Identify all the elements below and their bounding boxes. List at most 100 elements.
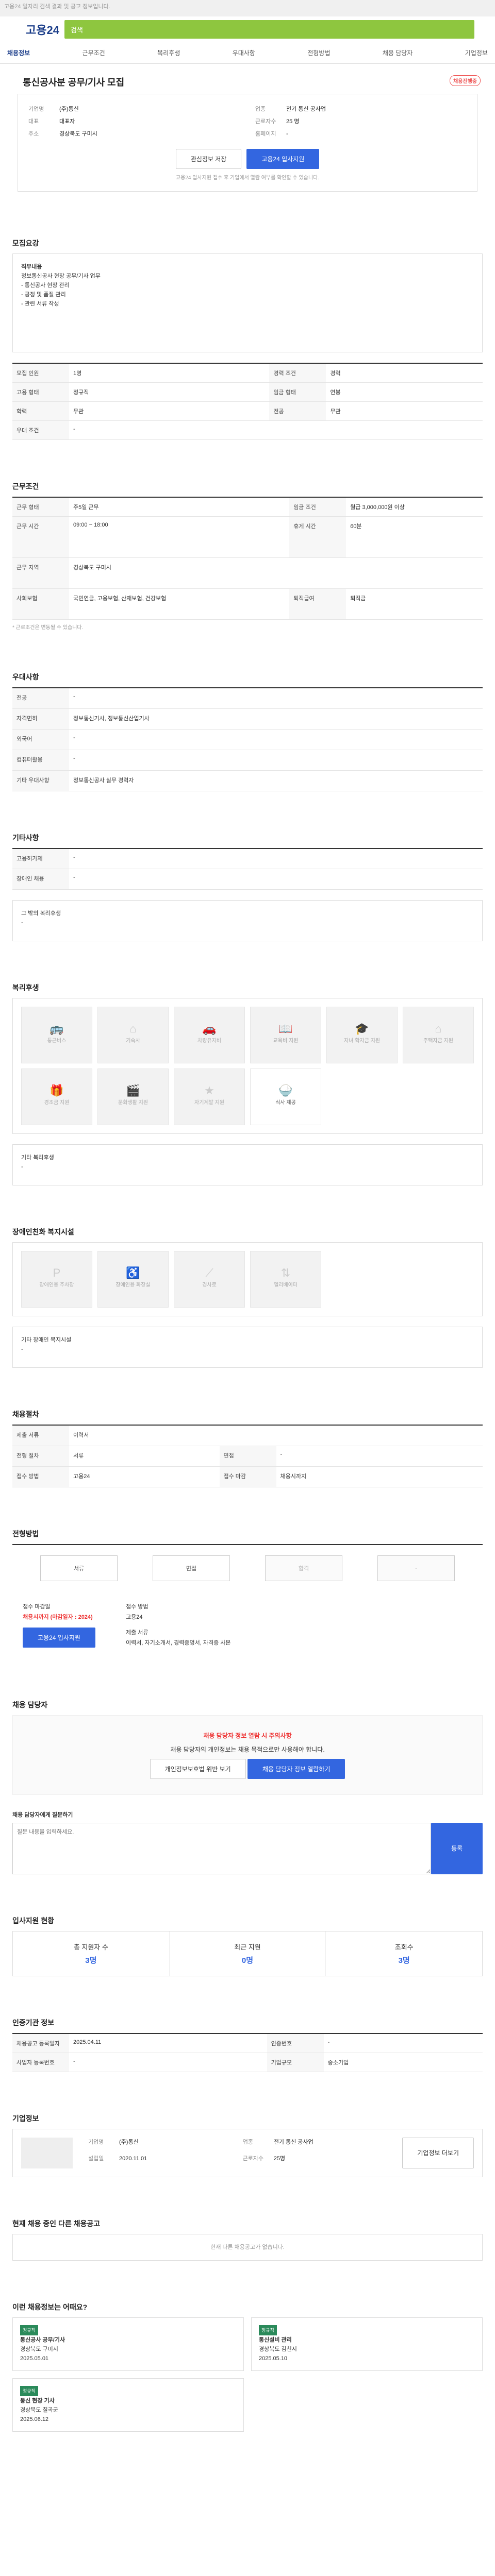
save-button[interactable]: 관심정보 저장 [175,149,242,169]
welfare-item: ⌂ 기숙사 [97,1007,169,1063]
job-card[interactable]: 정규직 통신 현장 기사 경상북도 칠곡군 2025.06.12 [12,2378,244,2432]
contact-section: 채용 담당자 채용 담당자 정보 열람 시 주의사항 채용 담당자의 개인정보는… [12,1700,483,1874]
job-card[interactable]: 정규직 통신공사 공무/기사 경상북도 구미시 2025.05.01 [12,2317,244,2371]
elevator-icon: ⇅ [280,1266,291,1279]
label: 그 밖의 복리후생 [21,910,61,917]
value: 정보통신공사 현장 공무/기사 업무 - 통신공사 현장 관리 - 공정 및 품… [21,273,101,307]
job-title: 통신공사분 공무/기사 모집 채용진행중 [23,75,488,89]
section-title: 우대사항 [12,673,39,681]
nav-item[interactable]: 기업정보 [465,48,488,57]
section-title: 전형방법 [12,1529,39,1538]
stat-item: 조회수 3명 [394,1943,414,1965]
label: 대표 [28,118,39,125]
search-input[interactable]: 검색 [64,20,474,39]
job-card[interactable]: 정규직 통신설비 관리 경상북도 김천시 2025.05.10 [251,2317,483,2371]
value: 대표자 [59,118,75,125]
site-logo[interactable]: 고용24 [21,21,64,38]
corp-more-button[interactable]: 기업정보 더보기 [402,2137,474,2168]
value: - [286,131,288,137]
stat-item: 최근 지원 0명 [170,1931,326,1976]
book-icon: 📖 [278,1022,293,1035]
step-2: 면접 [153,1555,230,1581]
corp-section: 기업정보 기업명 (주)통신 업종 전기 통신 공사업 설립일 2020.11.01 … [12,2113,483,2177]
section-title: 근무조건 [12,482,39,490]
stats-section: 입사지원 현황 총 지원자 수 3명 최근 지원 0명 조회수 3명 [12,1916,483,1976]
privacy-button[interactable]: 개인정보보호법 위반 보기 [150,1758,246,1779]
nav-item[interactable]: 전형방법 [307,48,330,57]
ramp-icon: ⟋ [205,1266,213,1279]
company-summary: 기업명 (주)통신 업종 전기 통신 공사업 대표 대표자 근로자수 25 명 주소 경상… [18,94,477,192]
section-title: 채용절차 [12,1410,39,1418]
procedure-section: 채용절차 제출 서류 이력서 전형 절차 서류 면접 - 접수 방법 고용24 접수 마감 채… [12,1409,483,1487]
view-contact-button[interactable]: 채용 담당자 정보 열람하기 [248,1758,345,1779]
section-title: 현재 채용 중인 다른 채용공고 [12,2219,101,2228]
section-title: 복리후생 [12,984,39,992]
apply-button-2[interactable]: 고용24 입사지원 [23,1627,95,1648]
question-input[interactable] [12,1822,431,1874]
nav-item[interactable]: 근무조건 [82,48,105,57]
value: 경상북도 구미시 [59,131,97,137]
apply-note: 고용24 입사지원 접수 후 기업에서 열람 여부를 확인할 수 있습니다. [175,175,320,181]
welfare-item: ⌂ 주택자금 지원 [403,1007,474,1063]
section-title: 모집요강 [12,239,39,247]
condition-section: 근무조건 근무 형태 주5일 근무 임금 조건 월급 3,000,000원 이상 근무… [12,481,483,631]
gift-icon: 🎁 [50,1084,64,1097]
preference-section: 우대사항 전공 - 자격면허 정보통신기사, 정보통신산업기사 외국어 - 컴퓨터활용… [12,672,483,791]
restroom-icon: ♿ [126,1266,140,1279]
cap-icon: 🎓 [355,1022,369,1035]
welfare-item: 🎬 문화생활 지원 [97,1069,169,1125]
section-title: 기타사항 [12,833,39,842]
welfare-item: 🍚 식사 제공 [250,1069,321,1125]
step-4: - [377,1555,455,1581]
welfare-section: 복리후생 🚌 통근버스 ⌂ 기숙사 🚗 차량유지비 📖 교육비 지원 🎓 자녀 학자금 지… [12,982,483,1185]
section-nav: 채용정보 근무조건 복리후생 우대사항 전형방법 채용 담당자 기업정보 [0,42,495,64]
qa-title: 채용 담당자에게 질문하기 [12,1811,73,1818]
label: 제출 서류 [126,1629,148,1636]
welfare-item: 🎓 자녀 학자금 지원 [326,1007,398,1063]
search-bar: 고용24 검색 [0,16,495,42]
label: 직무내용 [21,264,42,270]
submit-question-button[interactable]: 등록 [431,1822,483,1874]
facility-item: ⟋ 경사로 [174,1251,245,1308]
value: - [21,1164,23,1170]
label: 접수 방법 [126,1603,148,1610]
status-badge: 채용진행중 [450,75,481,86]
apply-button[interactable]: 고용24 입사지원 [246,149,320,169]
bus-icon: 🚌 [50,1022,64,1035]
label: 업종 [255,106,266,112]
section-title: 인증기관 정보 [12,2018,55,2027]
label: 기타 복리후생 [21,1155,54,1161]
value: - [21,920,23,926]
nav-item[interactable]: 채용정보 [7,48,30,57]
film-icon: 🎬 [126,1084,140,1097]
value: 고용24 [126,1614,143,1620]
recruit-section: 모집요강 직무내용 정보통신공사 현장 공무/기사 업무 - 통신공사 현장 관… [12,238,483,440]
label: 기타 장애인 복지시설 [21,1337,72,1343]
similar-jobs-section: 이런 채용정보는 어때요? 정규직 통신공사 공무/기사 경상북도 구미시 2025.… [12,2302,483,2432]
welfare-item: 🚌 통근버스 [21,1007,92,1063]
section-title: 입사지원 현황 [12,1916,55,1925]
note: * 근로조건은 변동될 수 있습니다. [12,625,84,631]
method-section: 전형방법 서류 면접 합격 - 접수 마감일 채용시까지 (마감일자 : 202… [12,1529,483,1658]
label: 주소 [28,131,39,137]
welfare-item: ★ 자기계발 지원 [174,1069,245,1125]
alert-title: 채용 담당자 정보 열람 시 주의사항 [203,1732,292,1739]
value: - [21,1346,23,1352]
top-banner: 고용24 일자리 검색 결과 및 공고 정보입니다. [0,0,495,16]
other-jobs-section: 현재 채용 중인 다른 채용공고 현재 다른 채용공고가 없습니다. [12,2218,483,2261]
section-title: 채용 담당자 [12,1700,48,1709]
welfare-item: 🎁 경조금 지원 [21,1069,92,1125]
nav-item[interactable]: 우대사항 [233,48,255,57]
welfare-item: 📖 교육비 지원 [250,1007,321,1063]
parking-icon: P [53,1266,61,1279]
section-title: 이런 채용정보는 어때요? [12,2302,88,2311]
nav-item[interactable]: 복리후생 [157,48,180,57]
cert-section: 인증기관 정보 채용공고 등록일자 2025.04.11 인증번호 - 사업자 등록번… [12,2018,483,2072]
house-icon: ⌂ [129,1022,137,1035]
section-title: 기업정보 [12,2114,39,2123]
stat-item: 총 지원자 수 3명 [13,1931,170,1976]
label: 홈페이지 [255,131,276,137]
section-title: 장애인친화 복지시설 [12,1228,74,1236]
label: 근로자수 [255,118,276,125]
nav-item[interactable]: 채용 담당자 [383,48,413,57]
